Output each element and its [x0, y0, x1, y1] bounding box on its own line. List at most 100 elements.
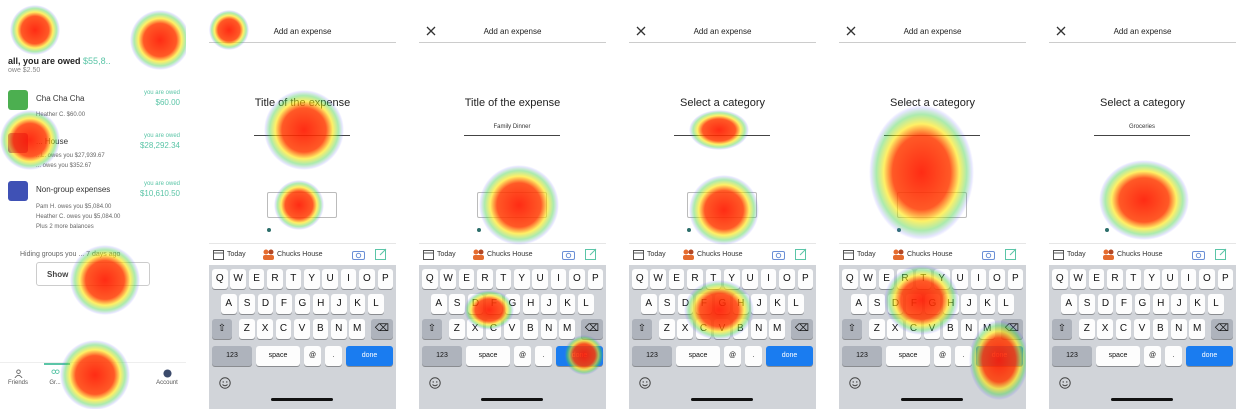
key-b[interactable]: B [312, 319, 329, 339]
shift-key[interactable]: ⇧ [842, 319, 862, 339]
key-o[interactable]: O [989, 269, 1005, 289]
key-z[interactable]: Z [449, 319, 465, 339]
tab-friends[interactable]: Friends [3, 369, 33, 386]
key-c[interactable]: C [695, 319, 712, 339]
shift-key[interactable]: ⇧ [632, 319, 652, 339]
dot-key[interactable]: . [745, 346, 762, 366]
group-row-non-group[interactable]: Non-group expenses you are owed $10,610.… [8, 181, 180, 237]
key-q[interactable]: Q [632, 269, 648, 289]
key-m[interactable]: M [1189, 319, 1205, 339]
at-key[interactable]: @ [934, 346, 951, 366]
numbers-key[interactable]: 123 [632, 346, 672, 366]
group-row-house[interactable]: ... House you are owed $28,292.34 ...L. … [8, 133, 180, 173]
numbers-key[interactable]: 123 [212, 346, 252, 366]
key-t[interactable]: T [705, 269, 722, 289]
key-s[interactable]: S [659, 294, 675, 314]
category-box[interactable] [267, 192, 337, 218]
key-d[interactable]: D [467, 294, 484, 314]
key-t[interactable]: T [285, 269, 302, 289]
key-q[interactable]: Q [422, 269, 438, 289]
shift-key[interactable]: ⇧ [212, 319, 232, 339]
key-t[interactable]: T [1125, 269, 1142, 289]
key-l[interactable]: L [1208, 294, 1224, 314]
date-button[interactable]: Today [437, 251, 456, 258]
note-edit-icon[interactable] [1005, 248, 1017, 260]
key-v[interactable]: V [924, 319, 940, 339]
key-x[interactable]: X [257, 319, 273, 339]
key-o[interactable]: O [569, 269, 585, 289]
key-v[interactable]: V [294, 319, 310, 339]
key-p[interactable]: P [587, 269, 604, 289]
key-d[interactable]: D [257, 294, 274, 314]
key-x[interactable]: X [887, 319, 903, 339]
key-l[interactable]: L [368, 294, 384, 314]
key-h[interactable]: H [523, 294, 539, 314]
group-selector[interactable]: Chucks House [907, 251, 953, 258]
tab-account[interactable]: Account [152, 369, 182, 386]
key-r[interactable]: R [267, 269, 283, 289]
key-r[interactable]: R [1107, 269, 1123, 289]
key-u[interactable]: U [742, 269, 758, 289]
calendar-icon[interactable] [1053, 249, 1064, 260]
key-t[interactable]: T [495, 269, 512, 289]
key-c[interactable]: C [905, 319, 922, 339]
tab-groups[interactable]: Gr... [40, 369, 70, 386]
date-button[interactable]: Today [1067, 251, 1086, 258]
key-f[interactable]: F [276, 294, 292, 314]
key-k[interactable]: K [769, 294, 786, 314]
key-k[interactable]: K [559, 294, 576, 314]
note-edit-icon[interactable] [1215, 248, 1227, 260]
done-key[interactable]: done [766, 346, 813, 366]
camera-icon[interactable] [1192, 249, 1205, 260]
space-key[interactable]: space [466, 346, 510, 366]
camera-icon[interactable] [982, 249, 995, 260]
key-o[interactable]: O [1199, 269, 1215, 289]
key-f[interactable]: F [486, 294, 502, 314]
camera-icon[interactable] [352, 249, 365, 260]
backspace-key[interactable]: ⌫ [791, 319, 813, 339]
done-key[interactable]: done [346, 346, 393, 366]
key-s[interactable]: S [869, 294, 885, 314]
space-key[interactable]: space [886, 346, 930, 366]
key-k[interactable]: K [979, 294, 996, 314]
category-box[interactable] [477, 192, 547, 218]
key-z[interactable]: Z [869, 319, 885, 339]
key-s[interactable]: S [449, 294, 465, 314]
backspace-key[interactable]: ⌫ [371, 319, 393, 339]
key-i[interactable]: I [550, 269, 567, 289]
key-h[interactable]: H [733, 294, 749, 314]
key-b[interactable]: B [942, 319, 959, 339]
dot-key[interactable]: . [1165, 346, 1182, 366]
key-n[interactable]: N [961, 319, 977, 339]
shift-key[interactable]: ⇧ [1052, 319, 1072, 339]
key-o[interactable]: O [779, 269, 795, 289]
note-edit-icon[interactable] [375, 248, 387, 260]
dot-key[interactable]: . [535, 346, 552, 366]
at-key[interactable]: @ [1144, 346, 1161, 366]
numbers-key[interactable]: 123 [422, 346, 462, 366]
emoji-icon[interactable] [849, 377, 861, 389]
date-button[interactable]: Today [857, 251, 876, 258]
backspace-key[interactable]: ⌫ [1001, 319, 1023, 339]
key-j[interactable]: J [1171, 294, 1187, 314]
done-key[interactable]: done [976, 346, 1023, 366]
key-t[interactable]: T [915, 269, 932, 289]
key-m[interactable]: M [979, 319, 995, 339]
group-row-cha-cha-cha[interactable]: Cha Cha Cha you are owed $60.00 Heather … [8, 90, 180, 120]
group-selector[interactable]: Chucks House [697, 251, 743, 258]
emoji-icon[interactable] [1059, 377, 1071, 389]
key-i[interactable]: I [1180, 269, 1197, 289]
key-y[interactable]: Y [1144, 269, 1160, 289]
key-z[interactable]: Z [1079, 319, 1095, 339]
key-l[interactable]: L [788, 294, 804, 314]
key-p[interactable]: P [1217, 269, 1234, 289]
camera-icon[interactable] [772, 249, 785, 260]
key-b[interactable]: B [1152, 319, 1169, 339]
category-box[interactable] [897, 192, 967, 218]
note-edit-icon[interactable] [795, 248, 807, 260]
key-n[interactable]: N [1171, 319, 1187, 339]
key-w[interactable]: W [230, 269, 246, 289]
key-w[interactable]: W [440, 269, 456, 289]
key-e[interactable]: E [668, 269, 685, 289]
key-h[interactable]: H [313, 294, 329, 314]
